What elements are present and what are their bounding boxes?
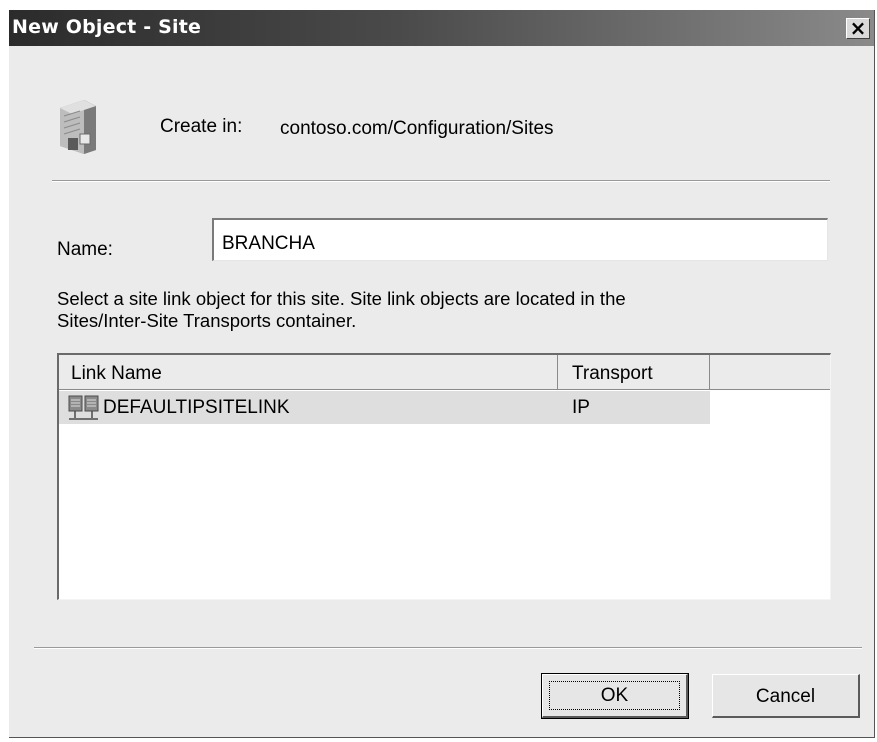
name-input[interactable] [212, 218, 828, 261]
instructions-line-1: Select a site link object for this site.… [57, 288, 626, 309]
create-in-label: Create in: [160, 116, 243, 137]
column-header-link-name[interactable]: Link Name [59, 355, 558, 389]
site-link-name: DEFAULTIPSITELINK [103, 397, 290, 418]
header-divider [52, 180, 830, 182]
ok-button-label: OK [600, 685, 629, 706]
site-link-list[interactable]: Link Name Transport DEFAULTIPSITELINK IP [57, 353, 831, 600]
close-icon: × [849, 16, 867, 40]
instructions-line-2: Sites/Inter-Site Transports container. [57, 310, 357, 331]
name-label: Name: [57, 239, 113, 260]
dialog-title: New Object - Site [12, 16, 202, 38]
footer-divider [34, 647, 862, 649]
site-link-instructions: Select a site link object for this site.… [57, 288, 757, 332]
site-link-transport: IP [572, 397, 590, 418]
new-object-site-dialog: New Object - Site × Create in: contoso.c… [9, 10, 875, 738]
site-building-icon [60, 100, 96, 154]
list-item[interactable]: DEFAULTIPSITELINK IP [59, 391, 710, 424]
list-header: Link Name Transport [59, 355, 830, 390]
site-link-icon [68, 395, 99, 420]
cancel-button[interactable]: Cancel [712, 674, 860, 718]
close-button[interactable]: × [846, 16, 870, 40]
column-header-transport[interactable]: Transport [558, 355, 710, 389]
create-in-path: contoso.com/Configuration/Sites [280, 118, 554, 139]
title-bar[interactable]: New Object - Site × [9, 10, 874, 46]
ok-button[interactable]: OK [541, 673, 689, 719]
cancel-button-label: Cancel [755, 686, 816, 707]
